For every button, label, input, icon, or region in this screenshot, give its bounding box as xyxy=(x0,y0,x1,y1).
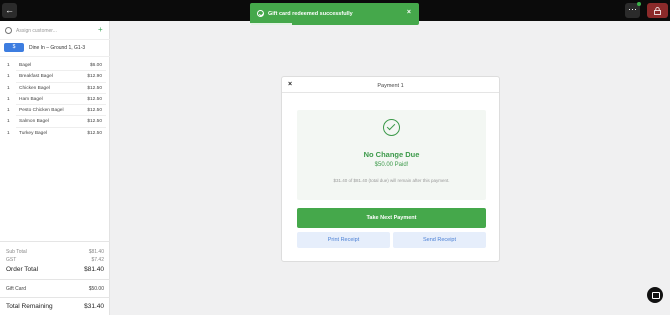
payment-status-card: No Change Due $50.00 Paid! $31.40 of $81… xyxy=(297,110,486,200)
apps-button[interactable]: ⋯ xyxy=(625,2,641,18)
order-totals: Sub Total $81.40 GST $7.42 Order Total $… xyxy=(0,241,110,315)
subtotal-row: Sub Total $81.40 xyxy=(6,249,104,255)
gst-row: GST $7.42 xyxy=(6,257,104,263)
assign-customer-placeholder[interactable]: Assign customer... xyxy=(16,28,57,34)
lock-icon xyxy=(654,7,661,15)
modal-header: × Payment 1 xyxy=(282,77,499,93)
add-customer-icon[interactable]: + xyxy=(98,25,103,34)
price-mode-button[interactable]: $ xyxy=(4,43,24,52)
subtotal-value: $81.40 xyxy=(88,249,104,255)
item-qty: 1 xyxy=(7,74,10,80)
item-qty: 1 xyxy=(7,130,10,136)
list-item[interactable]: 1 Chicken Bagel $12.50 xyxy=(0,83,110,94)
item-qty: 1 xyxy=(7,85,10,91)
list-item[interactable]: 1 Breakfast Bagel $12.90 xyxy=(0,71,110,83)
dine-in-row: $ Dine In – Ground 1, G1-3 xyxy=(0,40,110,57)
status-dot xyxy=(637,2,641,6)
gift-card-value: $50.00 xyxy=(88,286,104,292)
list-item[interactable]: 1 Ham Bagel $12.50 xyxy=(0,94,110,106)
lock-button[interactable] xyxy=(647,3,668,18)
amount-paid: $50.00 Paid! xyxy=(374,162,409,168)
divider xyxy=(0,297,110,298)
item-price: $12.50 xyxy=(87,85,102,91)
total-remaining-label: Total Remaining xyxy=(6,303,53,310)
divider xyxy=(0,279,110,280)
modal-title: Payment 1 xyxy=(377,83,404,89)
list-item[interactable]: 1 Bagel $6.00 xyxy=(0,60,110,72)
payment-modal: × Payment 1 No Change Due $50.00 Paid! $… xyxy=(281,76,500,262)
arrow-left-icon: ← xyxy=(5,5,14,15)
list-item[interactable]: 1 Salmon Bagel $12.50 xyxy=(0,116,110,128)
list-item[interactable]: 1 Turkey Bagel $12.50 xyxy=(0,128,110,139)
order-total-value: $81.40 xyxy=(84,266,104,273)
list-item[interactable]: 1 Pesto Chicken Bagel $12.50 xyxy=(0,105,110,117)
order-items-list: 1 Bagel $6.00 1 Breakfast Bagel $12.90 1… xyxy=(0,60,110,139)
assign-customer-row[interactable]: Assign customer... + xyxy=(0,21,110,40)
table-location[interactable]: Dine In – Ground 1, G1-3 xyxy=(29,45,85,51)
item-name: Bagel xyxy=(19,63,32,68)
order-total-label: Order Total xyxy=(6,266,39,273)
item-price: $12.50 xyxy=(87,130,102,136)
item-qty: 1 xyxy=(7,96,10,102)
take-next-payment-button[interactable]: Take Next Payment xyxy=(297,208,486,228)
item-qty: 1 xyxy=(7,119,10,125)
item-name: Pesto Chicken Bagel xyxy=(19,108,64,114)
item-price: $12.50 xyxy=(87,108,102,114)
order-sidebar: Assign customer... + $ Dine In – Ground … xyxy=(0,21,110,315)
grid-icon: ⋯ xyxy=(628,4,637,14)
toast-progress-bar xyxy=(250,23,293,25)
gst-label: GST xyxy=(6,257,17,263)
chat-support-button[interactable] xyxy=(647,287,663,303)
item-price: $12.50 xyxy=(87,119,102,125)
item-name: Turkey Bagel xyxy=(19,130,48,136)
order-total-row: Order Total $81.40 xyxy=(6,266,104,273)
status-title: No Change Due xyxy=(363,150,420,159)
back-button[interactable]: ← xyxy=(2,3,17,18)
item-price: $12.50 xyxy=(87,96,102,102)
item-name: Ham Bagel xyxy=(19,96,43,102)
item-qty: 1 xyxy=(7,63,10,68)
item-price: $6.00 xyxy=(89,63,102,68)
remaining-note: $31.40 of $81.40 (total due) will remain… xyxy=(333,178,450,183)
toast-message: Gift card redeemed successfully xyxy=(268,11,353,17)
send-receipt-button[interactable]: Send Receipt xyxy=(393,232,486,248)
item-name: Breakfast Bagel xyxy=(19,74,53,80)
print-receipt-button[interactable]: Print Receipt xyxy=(297,232,390,248)
total-remaining-row: Total Remaining $31.40 xyxy=(6,303,104,310)
item-price: $12.90 xyxy=(87,74,102,80)
check-circle-icon xyxy=(257,10,264,17)
check-circle-icon xyxy=(383,119,400,136)
gift-card-row: Gift Card $50.00 xyxy=(6,286,104,292)
gst-value: $7.42 xyxy=(91,257,104,263)
total-remaining-value: $31.40 xyxy=(84,303,104,310)
gift-card-label: Gift Card xyxy=(6,286,27,292)
item-name: Salmon Bagel xyxy=(19,119,49,125)
user-icon xyxy=(5,27,12,34)
subtotal-label: Sub Total xyxy=(6,249,27,255)
item-name: Chicken Bagel xyxy=(19,85,50,91)
item-qty: 1 xyxy=(7,108,10,114)
success-toast: Gift card redeemed successfully × xyxy=(250,3,419,25)
toast-close-icon[interactable]: × xyxy=(407,9,411,16)
